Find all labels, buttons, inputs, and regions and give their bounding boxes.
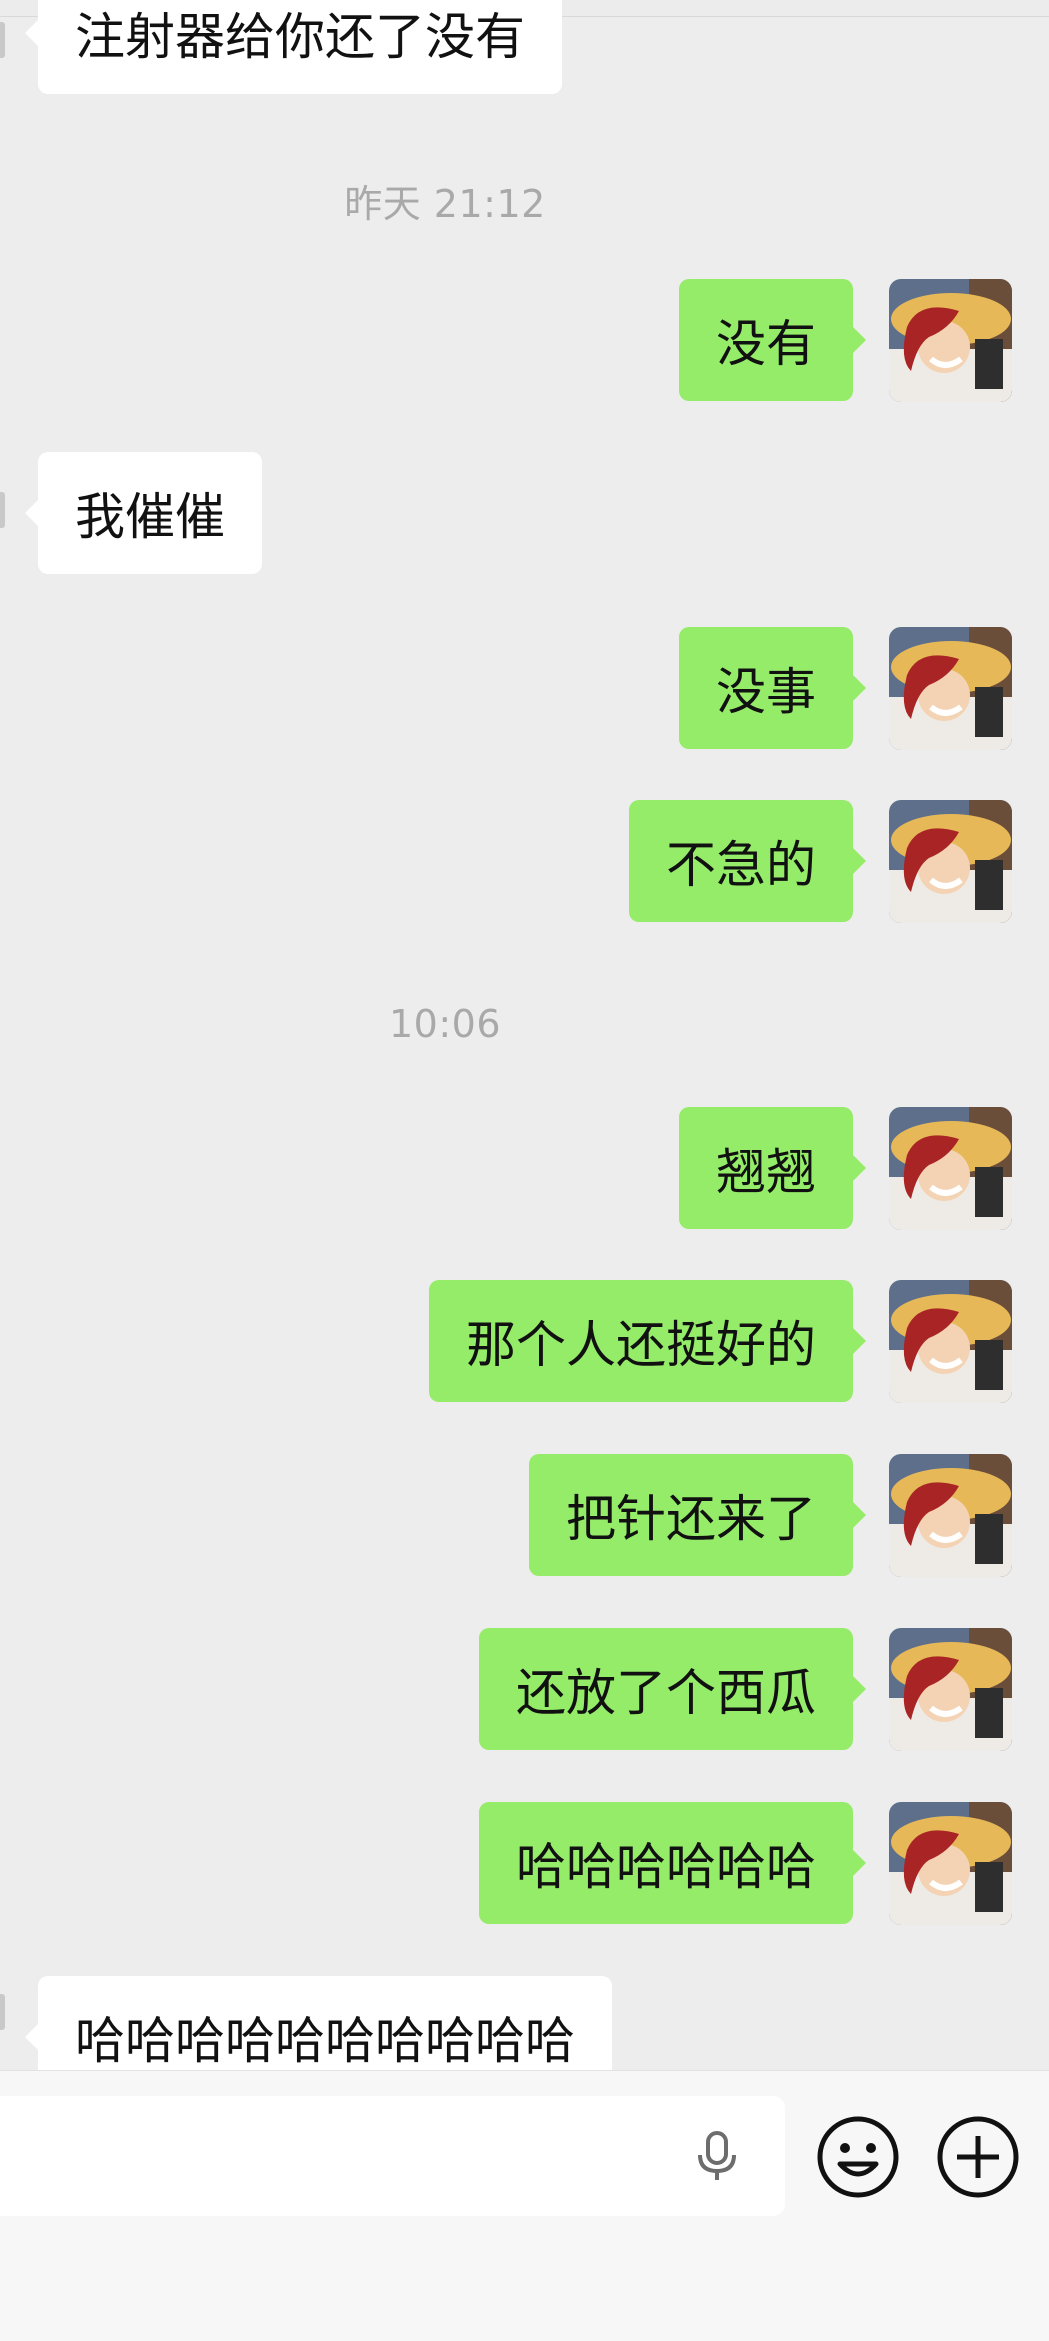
message-bubble-outgoing[interactable]: 不急的 [629, 800, 866, 922]
message-text: 翘翘 [716, 1143, 816, 1201]
avatar-image [889, 1802, 1012, 1925]
message-bubble-incoming[interactable]: 注射器给你还了没有 [25, 0, 562, 94]
avatar-image [889, 1628, 1012, 1751]
avatar-image [889, 1280, 1012, 1403]
left-edge-marker [0, 492, 5, 528]
message-text: 没有 [716, 315, 816, 373]
left-edge-marker [0, 22, 5, 58]
microphone-icon[interactable] [690, 2129, 744, 2183]
chat-area: 注射器给你还了没有 昨天 21:12 没有 我催催 没事 不急的 10:06 翘… [0, 0, 1049, 2070]
message-bubble-outgoing[interactable]: 没有 [679, 279, 866, 401]
avatar[interactable] [889, 627, 1012, 750]
avatar-image [889, 800, 1012, 923]
message-bubble-outgoing[interactable]: 翘翘 [679, 1107, 866, 1229]
left-edge-marker [0, 1994, 5, 2030]
avatar[interactable] [889, 1280, 1012, 1403]
avatar[interactable] [889, 1628, 1012, 1751]
timestamp: 10:06 [388, 1002, 501, 1046]
avatar-image [889, 1107, 1012, 1230]
message-text: 把针还来了 [566, 1490, 816, 1548]
message-bubble-outgoing[interactable]: 那个人还挺好的 [429, 1280, 866, 1402]
avatar[interactable] [889, 1107, 1012, 1230]
plus-icon[interactable] [935, 2114, 1021, 2200]
message-text: 那个人还挺好的 [466, 1316, 816, 1374]
message-text: 注射器给你还了没有 [75, 8, 525, 66]
message-text: 哈哈哈哈哈哈哈哈哈哈 [75, 2012, 575, 2070]
avatar-image [889, 279, 1012, 402]
avatar[interactable] [889, 800, 1012, 923]
message-bubble-outgoing[interactable]: 哈哈哈哈哈哈 [479, 1802, 866, 1924]
message-text: 还放了个西瓜 [516, 1664, 816, 1722]
message-bubble-outgoing[interactable]: 没事 [679, 627, 866, 749]
message-text: 不急的 [666, 836, 816, 894]
avatar-image [889, 627, 1012, 750]
input-toolbar [0, 2070, 1049, 2341]
message-input[interactable] [0, 2096, 785, 2216]
message-text: 哈哈哈哈哈哈 [516, 1838, 816, 1896]
message-bubble-incoming[interactable]: 哈哈哈哈哈哈哈哈哈哈 [25, 1976, 612, 2070]
message-bubble-outgoing[interactable]: 把针还来了 [529, 1454, 866, 1576]
timestamp: 昨天 21:12 [344, 182, 546, 226]
emoji-icon[interactable] [815, 2114, 901, 2200]
message-bubble-outgoing[interactable]: 还放了个西瓜 [479, 1628, 866, 1750]
message-text: 没事 [716, 663, 816, 721]
avatar[interactable] [889, 279, 1012, 402]
avatar-image [889, 1454, 1012, 1577]
message-text: 我催催 [75, 488, 225, 546]
message-bubble-incoming[interactable]: 我催催 [25, 452, 262, 574]
avatar[interactable] [889, 1802, 1012, 1925]
avatar[interactable] [889, 1454, 1012, 1577]
